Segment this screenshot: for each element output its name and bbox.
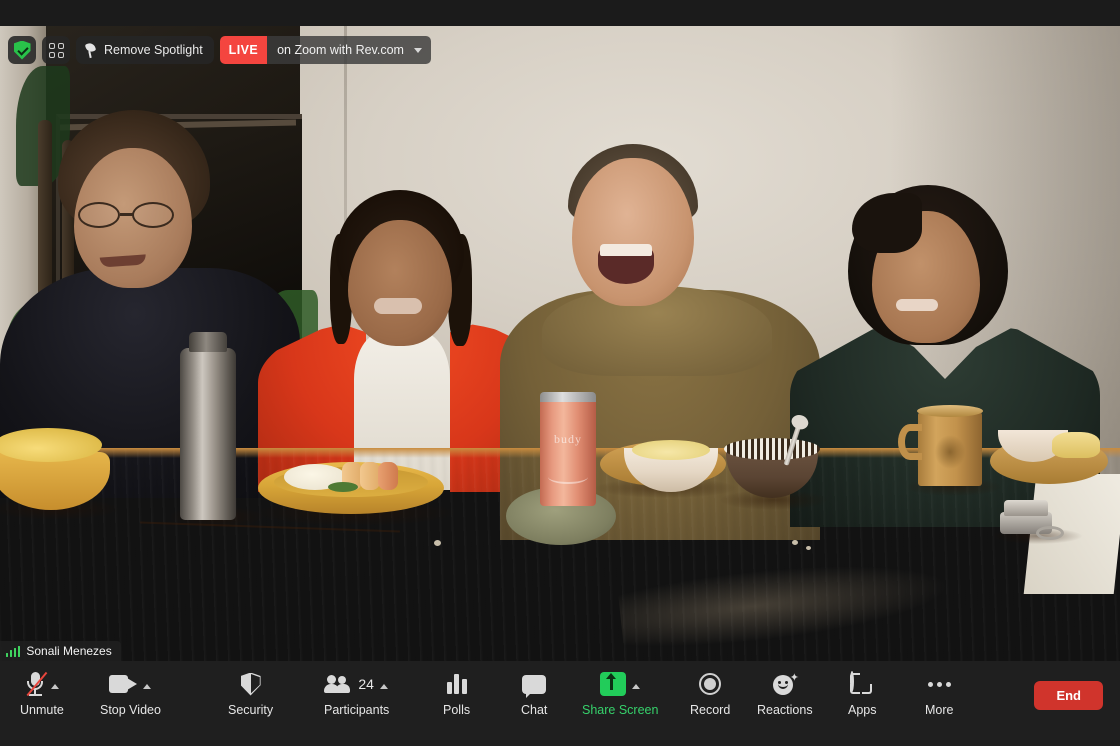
security-button[interactable]: Security (228, 670, 273, 717)
remove-spotlight-button[interactable]: Remove Spotlight (76, 36, 214, 64)
encryption-status-button[interactable] (8, 36, 36, 64)
video-stage[interactable]: budy Remove Spotlight LIVE on Zoom with … (0, 0, 1120, 661)
chevron-down-icon[interactable] (413, 47, 422, 53)
meeting-toolbar: Unmute Stop Video Security 24 Participan… (0, 661, 1120, 746)
unmute-label: Unmute (20, 703, 64, 717)
participants-chevron-icon[interactable] (379, 684, 388, 689)
apps-frame-icon (850, 671, 874, 695)
record-label: Record (690, 703, 731, 717)
polls-label: Polls (443, 703, 471, 717)
signal-bars-icon (6, 645, 21, 657)
mouth (374, 298, 422, 314)
active-speaker-name-badge: Sonali Menezes (0, 641, 121, 661)
participant-figure-left (0, 110, 300, 498)
participants-label: Participants (324, 703, 390, 717)
live-destination-label: on Zoom with Rev.com (277, 43, 404, 57)
audio-options-chevron-icon[interactable] (50, 684, 59, 689)
more-label: More (925, 703, 954, 717)
mouth (896, 299, 938, 311)
participants-count: 24 (358, 676, 374, 692)
teeth (600, 244, 652, 256)
video-camera-icon (109, 675, 138, 693)
microphone-muted-icon (25, 671, 48, 697)
share-options-chevron-icon[interactable] (632, 684, 641, 689)
shield-icon (240, 672, 261, 696)
zoom-meeting-window: budy Remove Spotlight LIVE on Zoom with … (0, 0, 1120, 746)
unmute-button[interactable]: Unmute (20, 670, 64, 717)
people-icon (324, 675, 351, 693)
live-badge: LIVE (219, 36, 268, 64)
chat-button[interactable]: Chat (521, 670, 547, 717)
live-destination[interactable]: on Zoom with Rev.com (267, 36, 431, 64)
pin-icon (84, 43, 97, 58)
end-meeting-button[interactable]: End (1034, 681, 1103, 710)
remove-spotlight-label: Remove Spotlight (104, 43, 203, 57)
reactions-label: Reactions (757, 703, 813, 717)
glasses-icon (76, 202, 188, 228)
participants-button[interactable]: 24 Participants (324, 670, 389, 717)
food-plate (258, 462, 444, 514)
head (348, 220, 452, 346)
live-stream-status[interactable]: LIVE on Zoom with Rev.com (219, 36, 431, 64)
bar-chart-icon (446, 674, 467, 694)
drink-can: budy (540, 392, 596, 506)
chat-bubble-icon (522, 674, 547, 698)
carved-wooden-mug (898, 405, 983, 486)
hair-front (852, 193, 922, 253)
smiley-sparkle-icon: ✦ (772, 673, 799, 695)
polls-button[interactable]: Polls (443, 670, 470, 717)
metal-bottle-cap (1000, 500, 1064, 540)
crumb (792, 540, 798, 545)
stop-video-button[interactable]: Stop Video (100, 670, 161, 717)
participant-name: Sonali Menezes (26, 644, 112, 658)
chat-label: Chat (521, 703, 548, 717)
view-layout-button[interactable] (42, 36, 70, 64)
record-button[interactable]: Record (690, 670, 730, 717)
share-screen-label: Share Screen (582, 703, 659, 717)
share-screen-button[interactable]: Share Screen (582, 670, 658, 717)
top-left-controls: Remove Spotlight LIVE on Zoom with Rev.c… (8, 36, 431, 64)
head (572, 158, 694, 306)
video-options-chevron-icon[interactable] (143, 684, 152, 689)
stop-video-label: Stop Video (100, 703, 161, 717)
crumb (434, 540, 441, 546)
share-screen-icon (600, 672, 627, 696)
apps-button[interactable]: Apps (848, 670, 877, 717)
gallery-grid-icon (48, 42, 64, 58)
security-label: Security (228, 703, 274, 717)
apps-label: Apps (848, 703, 877, 717)
bread-piece (1052, 432, 1100, 458)
letterbox-bar-top (0, 0, 1120, 26)
more-button[interactable]: More (925, 670, 953, 717)
crumb (806, 546, 811, 550)
steel-water-bottle (180, 332, 236, 520)
shield-check-icon (13, 40, 31, 60)
reactions-button[interactable]: ✦ Reactions (757, 670, 813, 718)
record-circle-icon (699, 673, 722, 695)
ellipsis-icon (927, 673, 951, 695)
